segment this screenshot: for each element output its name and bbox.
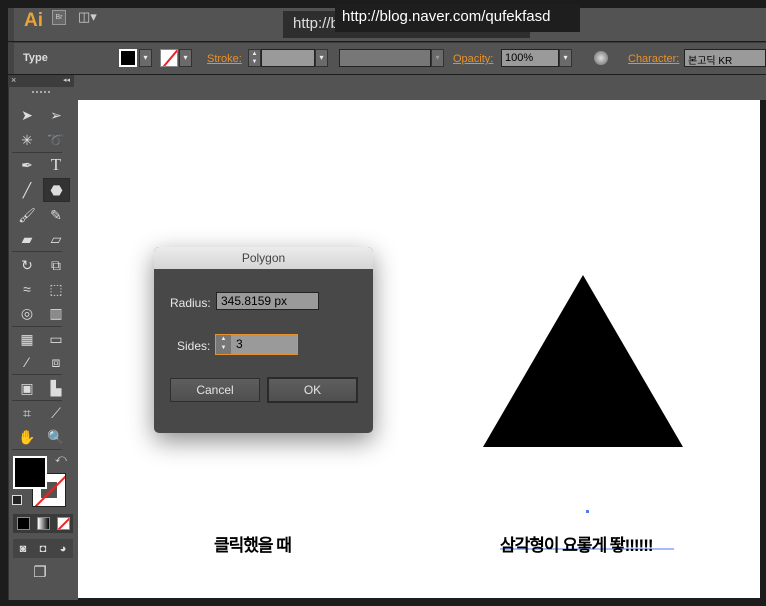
- polygon-dialog: Polygon Radius: 345.8159 px Sides: ▲ ▼ 3 …: [154, 247, 373, 433]
- anchor-point: [586, 510, 589, 513]
- radius-input[interactable]: 345.8159 px: [216, 292, 319, 310]
- caption-right[interactable]: 삼각형이 요롷게 뙇!!!!!!: [500, 531, 654, 556]
- caption-left[interactable]: 클릭했을 때: [214, 531, 292, 556]
- cancel-button[interactable]: Cancel: [170, 378, 260, 402]
- artwork-layer: [483, 275, 683, 550]
- sides-field[interactable]: ▲ ▼ 3: [215, 334, 298, 355]
- ok-button[interactable]: OK: [267, 377, 358, 403]
- sides-stepper[interactable]: ▲ ▼: [216, 335, 231, 354]
- dialog-title: Polygon: [154, 247, 373, 269]
- sides-label: Sides:: [177, 339, 211, 353]
- radius-label: Radius:: [170, 296, 211, 310]
- sides-input[interactable]: 3: [236, 337, 243, 351]
- triangle-shape[interactable]: [483, 275, 683, 447]
